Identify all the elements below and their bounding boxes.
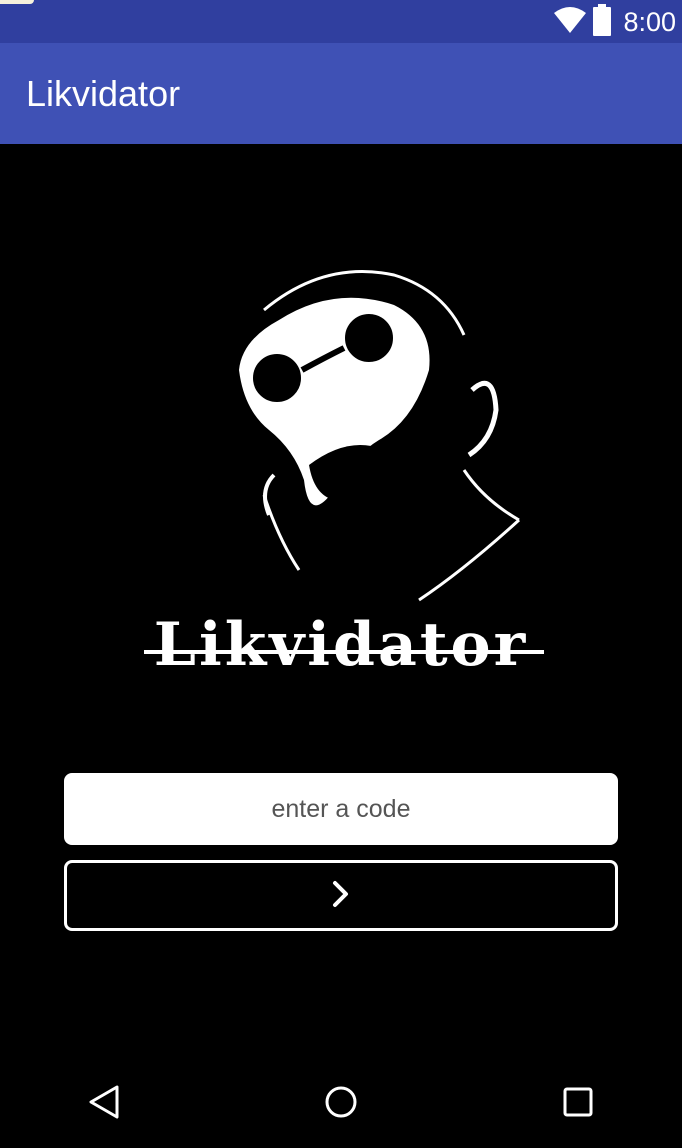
recents-button[interactable] [556, 1082, 600, 1126]
wifi-icon [553, 6, 587, 39]
app-bar: Likvidator [0, 43, 682, 144]
chevron-right-icon [331, 879, 351, 912]
battery-icon [593, 3, 612, 41]
back-button[interactable] [82, 1082, 126, 1126]
recents-icon [562, 1086, 594, 1123]
logo-portrait [64, 250, 618, 770]
status-bar: 8:00 [0, 0, 682, 43]
home-icon [323, 1084, 359, 1125]
home-button[interactable] [319, 1082, 363, 1126]
main-content: Likvidator [0, 144, 682, 1060]
app-title: Likvidator [26, 73, 181, 114]
code-input[interactable] [64, 773, 618, 845]
status-icons: 8:00 [553, 3, 676, 41]
navigation-bar [0, 1060, 682, 1148]
status-time: 8:00 [623, 7, 676, 37]
app-logo: Likvidator [64, 250, 618, 770]
back-icon [87, 1084, 121, 1125]
submit-button[interactable] [64, 860, 618, 931]
notification-indicator [0, 0, 34, 4]
logo-text: Likvidator [153, 610, 529, 680]
